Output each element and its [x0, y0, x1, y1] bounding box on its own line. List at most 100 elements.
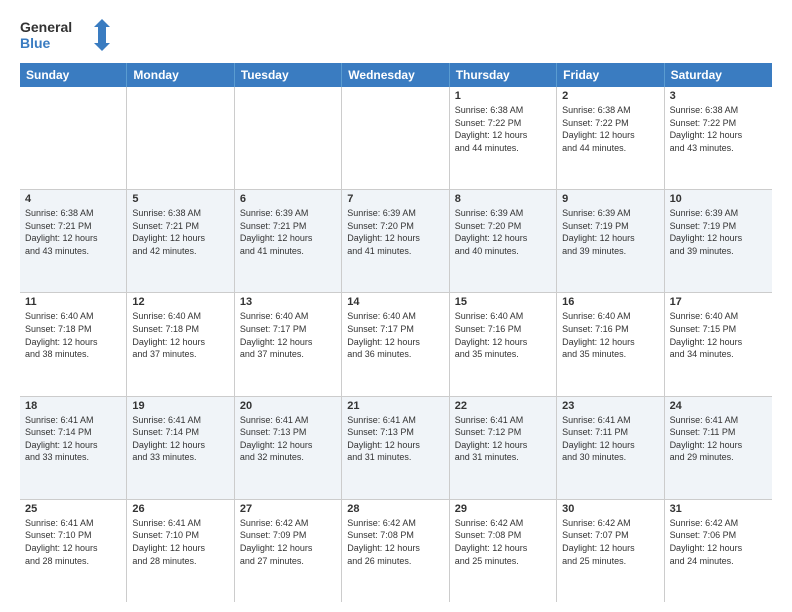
day-number: 14 — [347, 296, 443, 308]
day-info: Sunrise: 6:40 AM Sunset: 7:16 PM Dayligh… — [562, 310, 658, 360]
day-info: Sunrise: 6:42 AM Sunset: 7:08 PM Dayligh… — [455, 517, 551, 567]
calendar: SundayMondayTuesdayWednesdayThursdayFrid… — [20, 63, 772, 602]
svg-text:General: General — [20, 19, 72, 35]
calendar-day-26: 26 Sunrise: 6:41 AM Sunset: 7:10 PM Dayli… — [127, 500, 234, 602]
calendar-day-30: 30Sunrise: 6:42 AM Sunset: 7:07 PM Dayli… — [557, 500, 664, 602]
day-info: Sunrise: 6:41 AM Sunset: 7:12 PM Dayligh… — [455, 414, 551, 464]
calendar-day-15: 15 Sunrise: 6:40 AM Sunset: 7:16 PM Dayli… — [450, 293, 557, 395]
logo-icon: General Blue — [20, 15, 110, 55]
calendar-day-25: 25 Sunrise: 6:41 AM Sunset: 7:10 PM Dayli… — [20, 500, 127, 602]
day-number: 2 — [562, 90, 658, 102]
day-number: 11 — [25, 296, 121, 308]
day-info: Sunrise: 6:42 AM Sunset: 7:09 PM Dayligh… — [240, 517, 336, 567]
day-info: Sunrise: 6:39 AM Sunset: 7:20 PM Dayligh… — [455, 207, 551, 257]
calendar-empty-cell — [127, 87, 234, 189]
day-info: Sunrise: 6:41 AM Sunset: 7:10 PM Dayligh… — [25, 517, 121, 567]
calendar-day-6: 6 Sunrise: 6:39 AM Sunset: 7:21 PM Daylig… — [235, 190, 342, 292]
calendar-day-19: 19 Sunrise: 6:41 AM Sunset: 7:14 PM Dayli… — [127, 397, 234, 499]
calendar-day-31: 31Sunrise: 6:42 AM Sunset: 7:06 PM Dayli… — [665, 500, 772, 602]
day-number: 13 — [240, 296, 336, 308]
day-number: 22 — [455, 400, 551, 412]
day-info: Sunrise: 6:42 AM Sunset: 7:08 PM Dayligh… — [347, 517, 443, 567]
svg-text:Blue: Blue — [20, 35, 51, 51]
day-number: 23 — [562, 400, 658, 412]
day-number: 25 — [25, 503, 121, 515]
day-number: 10 — [670, 193, 767, 205]
day-number: 7 — [347, 193, 443, 205]
calendar-week-3: 11 Sunrise: 6:40 AM Sunset: 7:18 PM Dayli… — [20, 293, 772, 396]
day-number: 30 — [562, 503, 658, 515]
day-info: Sunrise: 6:41 AM Sunset: 7:10 PM Dayligh… — [132, 517, 228, 567]
day-number: 21 — [347, 400, 443, 412]
calendar-header: SundayMondayTuesdayWednesdayThursdayFrid… — [20, 63, 772, 87]
day-number: 4 — [25, 193, 121, 205]
day-info: Sunrise: 6:41 AM Sunset: 7:13 PM Dayligh… — [240, 414, 336, 464]
day-header-saturday: Saturday — [665, 63, 772, 87]
day-number: 29 — [455, 503, 551, 515]
calendar-day-4: 4 Sunrise: 6:38 AM Sunset: 7:21 PM Daylig… — [20, 190, 127, 292]
calendar-day-21: 21Sunrise: 6:41 AM Sunset: 7:13 PM Dayli… — [342, 397, 449, 499]
calendar-day-7: 7 Sunrise: 6:39 AM Sunset: 7:20 PM Daylig… — [342, 190, 449, 292]
day-info: Sunrise: 6:40 AM Sunset: 7:17 PM Dayligh… — [347, 310, 443, 360]
day-number: 28 — [347, 503, 443, 515]
day-number: 6 — [240, 193, 336, 205]
day-number: 17 — [670, 296, 767, 308]
calendar-day-29: 29 Sunrise: 6:42 AM Sunset: 7:08 PM Dayli… — [450, 500, 557, 602]
day-info: Sunrise: 6:39 AM Sunset: 7:19 PM Dayligh… — [670, 207, 767, 257]
calendar-day-20: 20 Sunrise: 6:41 AM Sunset: 7:13 PM Dayli… — [235, 397, 342, 499]
day-number: 18 — [25, 400, 121, 412]
day-info: Sunrise: 6:38 AM Sunset: 7:22 PM Dayligh… — [455, 104, 551, 154]
calendar-day-13: 13 Sunrise: 6:40 AM Sunset: 7:17 PM Dayli… — [235, 293, 342, 395]
day-info: Sunrise: 6:40 AM Sunset: 7:16 PM Dayligh… — [455, 310, 551, 360]
day-number: 8 — [455, 193, 551, 205]
page-header: General Blue — [20, 15, 772, 55]
day-info: Sunrise: 6:40 AM Sunset: 7:17 PM Dayligh… — [240, 310, 336, 360]
logo: General Blue — [20, 15, 110, 55]
calendar-day-8: 8 Sunrise: 6:39 AM Sunset: 7:20 PM Daylig… — [450, 190, 557, 292]
calendar-empty-cell — [235, 87, 342, 189]
calendar-week-4: 18 Sunrise: 6:41 AM Sunset: 7:14 PM Dayli… — [20, 397, 772, 500]
calendar-day-5: 5 Sunrise: 6:38 AM Sunset: 7:21 PM Daylig… — [127, 190, 234, 292]
day-info: Sunrise: 6:41 AM Sunset: 7:11 PM Dayligh… — [562, 414, 658, 464]
day-number: 5 — [132, 193, 228, 205]
day-info: Sunrise: 6:38 AM Sunset: 7:21 PM Dayligh… — [132, 207, 228, 257]
day-number: 3 — [670, 90, 767, 102]
day-info: Sunrise: 6:40 AM Sunset: 7:18 PM Dayligh… — [132, 310, 228, 360]
day-number: 26 — [132, 503, 228, 515]
day-info: Sunrise: 6:41 AM Sunset: 7:14 PM Dayligh… — [25, 414, 121, 464]
day-number: 27 — [240, 503, 336, 515]
day-number: 19 — [132, 400, 228, 412]
calendar-day-2: 2 Sunrise: 6:38 AM Sunset: 7:22 PM Daylig… — [557, 87, 664, 189]
day-info: Sunrise: 6:41 AM Sunset: 7:11 PM Dayligh… — [670, 414, 767, 464]
day-info: Sunrise: 6:41 AM Sunset: 7:14 PM Dayligh… — [132, 414, 228, 464]
calendar-day-28: 28 Sunrise: 6:42 AM Sunset: 7:08 PM Dayli… — [342, 500, 449, 602]
day-info: Sunrise: 6:38 AM Sunset: 7:22 PM Dayligh… — [670, 104, 767, 154]
day-info: Sunrise: 6:39 AM Sunset: 7:21 PM Dayligh… — [240, 207, 336, 257]
day-info: Sunrise: 6:40 AM Sunset: 7:18 PM Dayligh… — [25, 310, 121, 360]
day-number: 9 — [562, 193, 658, 205]
calendar-day-27: 27 Sunrise: 6:42 AM Sunset: 7:09 PM Dayli… — [235, 500, 342, 602]
day-header-tuesday: Tuesday — [235, 63, 342, 87]
calendar-day-11: 11 Sunrise: 6:40 AM Sunset: 7:18 PM Dayli… — [20, 293, 127, 395]
calendar-body: 1 Sunrise: 6:38 AM Sunset: 7:22 PM Daylig… — [20, 87, 772, 602]
day-info: Sunrise: 6:39 AM Sunset: 7:20 PM Dayligh… — [347, 207, 443, 257]
calendar-day-14: 14 Sunrise: 6:40 AM Sunset: 7:17 PM Dayli… — [342, 293, 449, 395]
calendar-week-5: 25 Sunrise: 6:41 AM Sunset: 7:10 PM Dayli… — [20, 500, 772, 602]
day-number: 1 — [455, 90, 551, 102]
calendar-day-24: 24Sunrise: 6:41 AM Sunset: 7:11 PM Dayli… — [665, 397, 772, 499]
day-header-thursday: Thursday — [450, 63, 557, 87]
calendar-day-18: 18 Sunrise: 6:41 AM Sunset: 7:14 PM Dayli… — [20, 397, 127, 499]
calendar-day-17: 17Sunrise: 6:40 AM Sunset: 7:15 PM Dayli… — [665, 293, 772, 395]
day-info: Sunrise: 6:38 AM Sunset: 7:22 PM Dayligh… — [562, 104, 658, 154]
day-header-monday: Monday — [127, 63, 234, 87]
calendar-empty-cell — [342, 87, 449, 189]
day-header-friday: Friday — [557, 63, 664, 87]
calendar-week-2: 4 Sunrise: 6:38 AM Sunset: 7:21 PM Daylig… — [20, 190, 772, 293]
day-info: Sunrise: 6:38 AM Sunset: 7:21 PM Dayligh… — [25, 207, 121, 257]
day-info: Sunrise: 6:39 AM Sunset: 7:19 PM Dayligh… — [562, 207, 658, 257]
day-number: 31 — [670, 503, 767, 515]
day-header-sunday: Sunday — [20, 63, 127, 87]
day-number: 15 — [455, 296, 551, 308]
day-number: 20 — [240, 400, 336, 412]
calendar-day-1: 1 Sunrise: 6:38 AM Sunset: 7:22 PM Daylig… — [450, 87, 557, 189]
